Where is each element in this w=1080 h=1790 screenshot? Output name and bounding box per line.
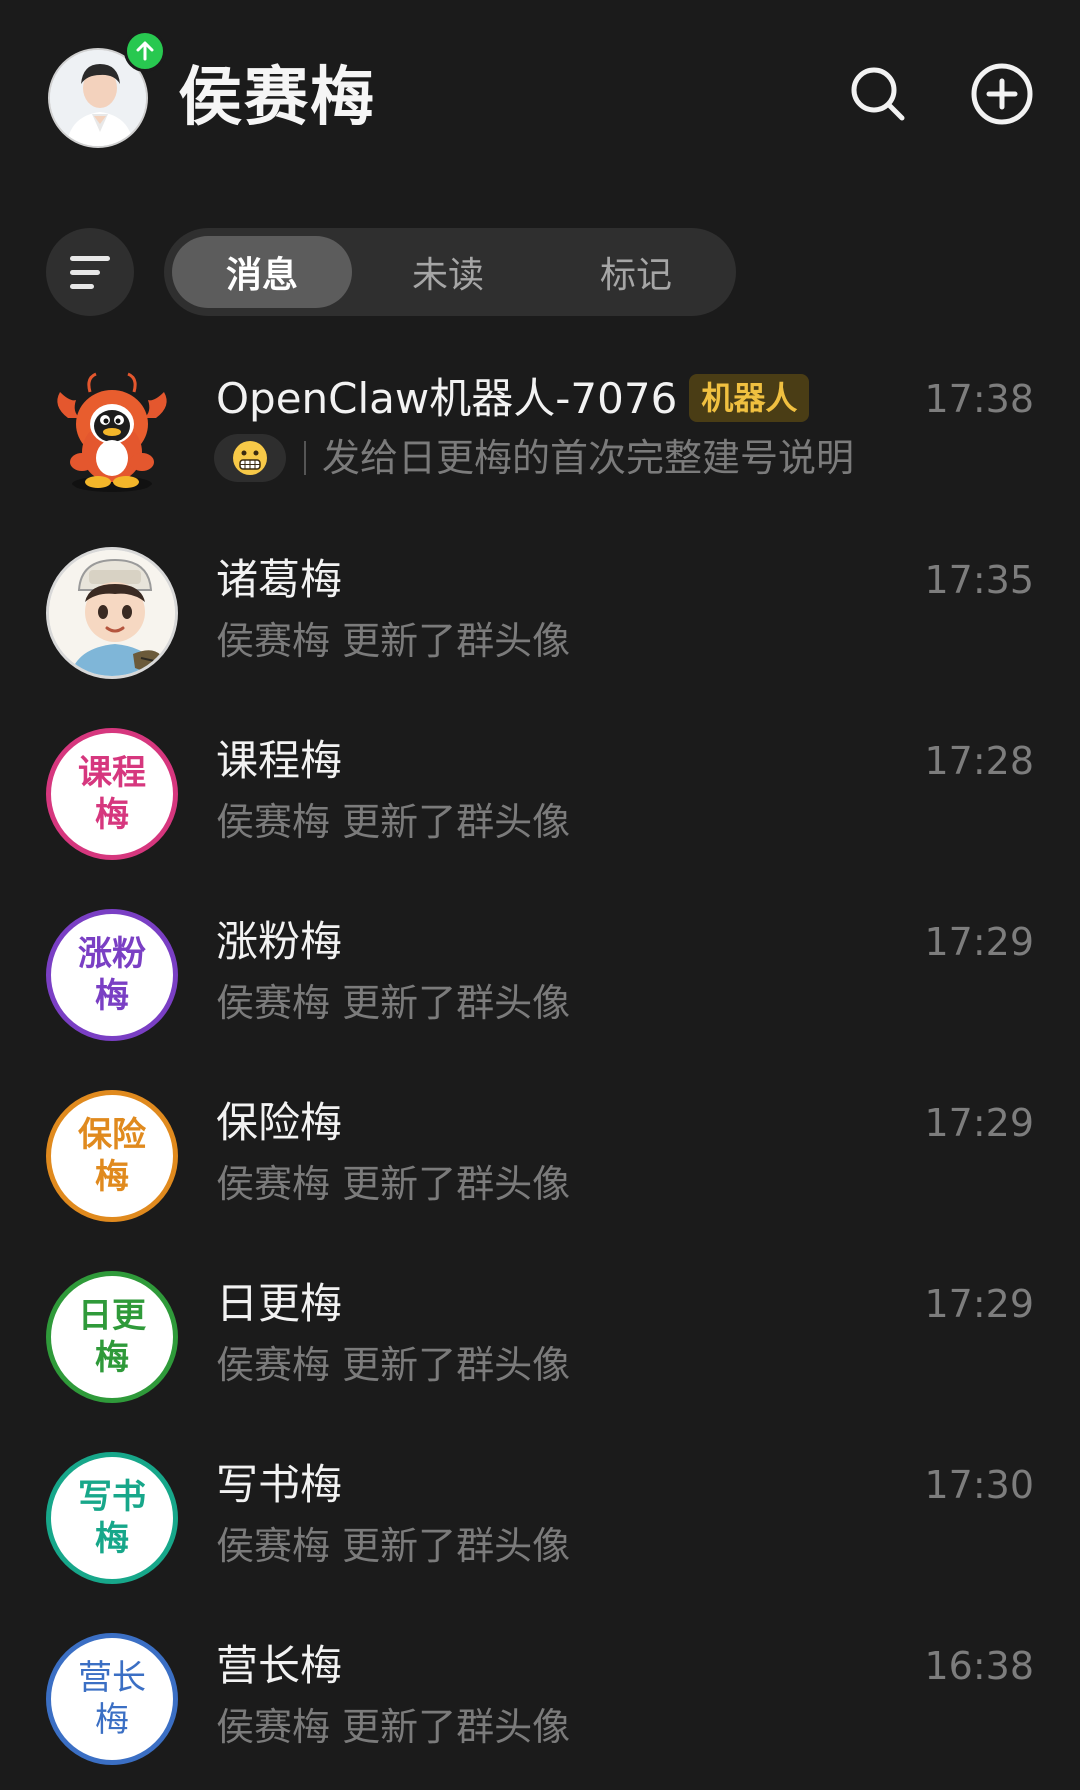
upload-arrow-icon — [136, 41, 154, 61]
plus-circle-icon — [971, 63, 1033, 125]
chat-item-daily[interactable]: 日更梅 日更梅 17:29 侯赛梅 更新了群头像 — [0, 1255, 1080, 1436]
chat-name: 日更梅 — [216, 1279, 343, 1328]
avatar: 涨粉梅 — [46, 909, 178, 1041]
chat-preview: 侯赛梅 更新了群头像 — [216, 1705, 571, 1749]
cartoon-avatar-icon — [49, 550, 175, 676]
filter-menu-button[interactable] — [46, 228, 134, 316]
chat-app: 侯赛梅 消息 未读 标记 OpenClaw机器人-7076 机器人 17:38 … — [0, 0, 1080, 1790]
chat-name: 课程梅 — [216, 736, 343, 785]
avatar — [46, 366, 178, 498]
upload-status-badge — [124, 30, 166, 72]
lobster-mascot-icon — [57, 372, 167, 492]
chat-time: 17:35 — [924, 558, 1034, 602]
menu-lines-icon — [70, 255, 110, 261]
chat-time: 17:29 — [924, 920, 1034, 964]
chat-preview: 侯赛梅 更新了群头像 — [216, 981, 571, 1025]
chat-list: OpenClaw机器人-7076 机器人 17:38 发给日更梅的首次完整建号说… — [0, 350, 1080, 1790]
chat-time: 16:38 — [924, 1644, 1034, 1688]
divider — [304, 441, 306, 475]
chat-time: 17:29 — [924, 1101, 1034, 1145]
message-tabs: 消息 未读 标记 — [164, 228, 736, 316]
user-name: 侯赛梅 — [178, 61, 376, 135]
chat-item-course[interactable]: 课程梅 课程梅 17:28 侯赛梅 更新了群头像 — [0, 712, 1080, 893]
chat-item-zhuge[interactable]: 诸葛梅 17:35 侯赛梅 更新了群头像 — [0, 531, 1080, 712]
chat-name: OpenClaw机器人-7076 机器人 — [216, 372, 810, 426]
chat-item-insurance[interactable]: 保险梅 保险梅 17:29 侯赛梅 更新了群头像 — [0, 1074, 1080, 1255]
chat-preview: 发给日更梅的首次完整建号说明 — [322, 436, 855, 480]
avatar: 写书梅 — [46, 1452, 178, 1584]
chat-item-openclaw-bot[interactable]: OpenClaw机器人-7076 机器人 17:38 发给日更梅的首次完整建号说… — [0, 350, 1080, 531]
chat-time: 17:28 — [924, 739, 1034, 783]
search-icon — [851, 67, 905, 121]
avatar — [46, 547, 178, 679]
chat-item-writing[interactable]: 写书梅 写书梅 17:30 侯赛梅 更新了群头像 — [0, 1436, 1080, 1617]
avatar: 日更梅 — [46, 1271, 178, 1403]
avatar: 课程梅 — [46, 728, 178, 860]
chat-item-followers[interactable]: 涨粉梅 涨粉梅 17:29 侯赛梅 更新了群头像 — [0, 893, 1080, 1074]
chat-item-camp-leader[interactable]: 营长梅 营长梅 16:38 侯赛梅 更新了群头像 — [0, 1617, 1080, 1790]
avatar: 营长梅 — [46, 1633, 178, 1765]
tab-unread[interactable]: 未读 — [358, 236, 538, 308]
chat-preview: 侯赛梅 更新了群头像 — [216, 619, 571, 663]
chat-time: 17:38 — [924, 377, 1034, 421]
search-button[interactable] — [842, 58, 914, 130]
chat-name: 诸葛梅 — [216, 555, 343, 604]
chat-name: 保险梅 — [216, 1098, 343, 1147]
add-button[interactable] — [966, 58, 1038, 130]
preview-emoji-chip — [214, 434, 286, 482]
tab-messages[interactable]: 消息 — [172, 236, 352, 308]
chat-preview: 侯赛梅 更新了群头像 — [216, 1162, 571, 1206]
chat-preview-row: 发给日更梅的首次完整建号说明 — [214, 432, 854, 484]
chat-time: 17:30 — [924, 1463, 1034, 1507]
chat-preview: 侯赛梅 更新了群头像 — [216, 800, 571, 844]
chat-name: 营长梅 — [216, 1641, 343, 1690]
chat-name: 涨粉梅 — [216, 917, 343, 966]
chat-name: 写书梅 — [216, 1460, 343, 1509]
tab-marked[interactable]: 标记 — [546, 236, 726, 308]
bot-badge: 机器人 — [689, 374, 810, 422]
chat-preview: 侯赛梅 更新了群头像 — [216, 1343, 571, 1387]
chat-preview: 侯赛梅 更新了群头像 — [216, 1524, 571, 1568]
chat-time: 17:29 — [924, 1282, 1034, 1326]
avatar: 保险梅 — [46, 1090, 178, 1222]
header: 侯赛梅 — [0, 0, 1080, 200]
grimace-emoji-icon — [233, 441, 267, 475]
